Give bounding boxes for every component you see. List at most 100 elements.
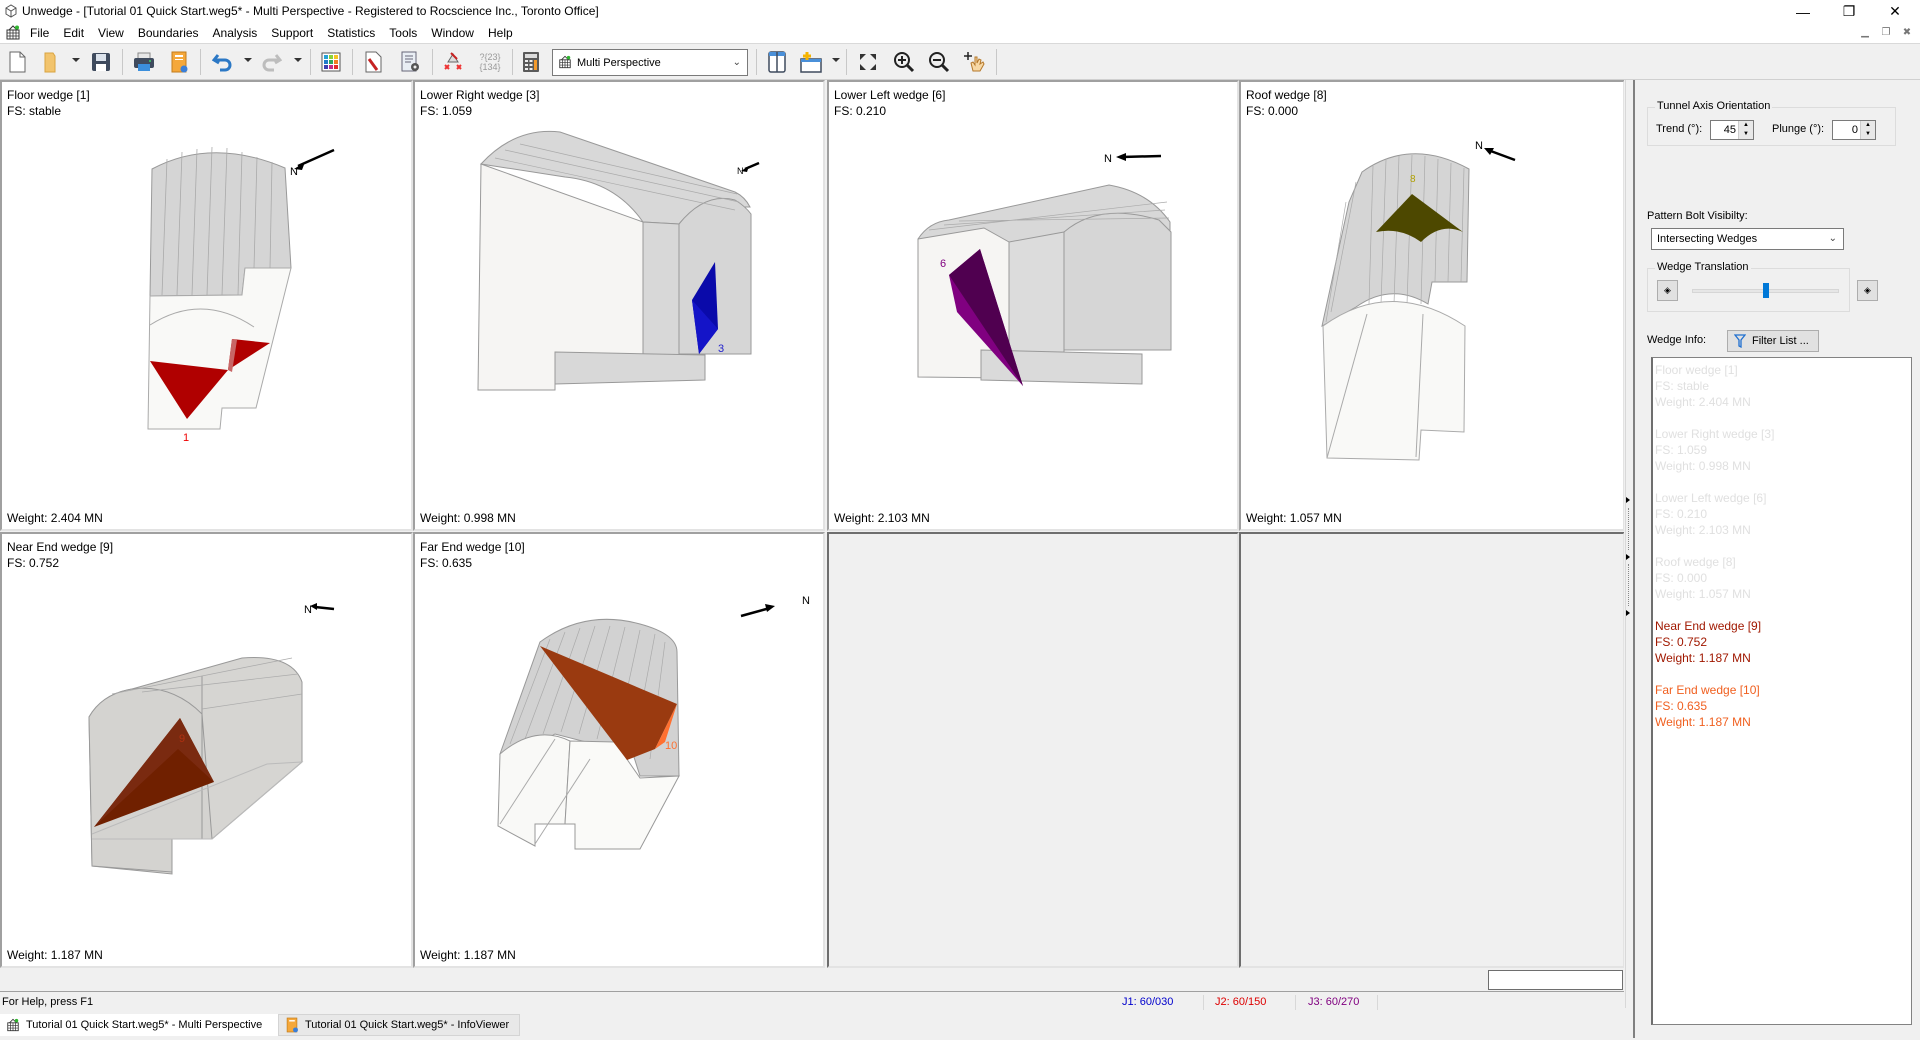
- tunnel-axis-caption: Tunnel Axis Orientation: [1655, 100, 1773, 112]
- viewport-empty[interactable]: [827, 532, 1239, 968]
- open-dropdown-arrow[interactable]: [72, 58, 80, 62]
- wedge-3d-view[interactable]: 9 N: [2, 534, 413, 968]
- menu-view[interactable]: View: [98, 26, 131, 40]
- zoom-extents-button[interactable]: [855, 49, 881, 75]
- zoom-extents-icon: [860, 54, 876, 70]
- pattern-bolt-select[interactable]: Intersecting Wedges ⌄: [1651, 228, 1844, 250]
- wedge-3d-view[interactable]: 3 N: [415, 82, 825, 531]
- viewport-empty[interactable]: [1239, 532, 1625, 968]
- close-icon: ✕: [1889, 3, 1901, 19]
- viewport-lower-right-wedge[interactable]: 3 N Lower Right wedge [3] FS: 1.059 Weigh…: [413, 80, 825, 531]
- undo-dropdown-arrow[interactable]: [244, 58, 252, 62]
- print-button[interactable]: [131, 49, 157, 75]
- splitter-arrow-icon[interactable]: [1626, 554, 1630, 560]
- wedge-info-entry[interactable]: Lower Left wedge [6] FS: 0.210 Weight: 2…: [1655, 490, 1909, 538]
- panel-splitter[interactable]: [1624, 80, 1632, 1008]
- settings-document-icon: [401, 51, 419, 72]
- filter-list-button[interactable]: Filter List ...: [1727, 330, 1819, 352]
- wedge-3d-view[interactable]: 8 N: [1241, 82, 1625, 531]
- mdi-minimize-button[interactable]: ▁: [1856, 25, 1874, 40]
- info-viewer-button[interactable]: [166, 49, 192, 75]
- menu-help[interactable]: Help: [488, 26, 520, 40]
- menu-window[interactable]: Window: [431, 26, 481, 40]
- entry-weight: Weight: 1.057 MN: [1655, 587, 1751, 601]
- mdi-restore-button[interactable]: ❐: [1877, 25, 1895, 40]
- pan-button[interactable]: [961, 49, 987, 75]
- save-button[interactable]: [88, 49, 114, 75]
- wedge-colors-button[interactable]: [318, 49, 344, 75]
- save-icon: [92, 53, 110, 71]
- splitter-arrow-icon[interactable]: [1626, 497, 1630, 503]
- wedge-info-entry[interactable]: Roof wedge [8] FS: 0.000 Weight: 1.057 M…: [1655, 554, 1909, 602]
- plunge-input[interactable]: 0 ▲ ▼: [1832, 120, 1876, 140]
- wedge-info-list[interactable]: Floor wedge [1] FS: stable Weight: 2.404…: [1651, 357, 1912, 1025]
- slider-thumb[interactable]: [1762, 283, 1769, 298]
- joint-combinations-button[interactable]: ?{23} {134}: [474, 49, 506, 75]
- support-designer-button[interactable]: [440, 49, 466, 75]
- restore-button[interactable]: ❐: [1826, 0, 1872, 23]
- wedge-3d-view[interactable]: 10 N: [415, 534, 825, 968]
- wedge-info-entry[interactable]: Floor wedge [1] FS: stable Weight: 2.404…: [1655, 362, 1909, 410]
- menu-statistics[interactable]: Statistics: [327, 26, 382, 40]
- settings-button[interactable]: [397, 49, 423, 75]
- trend-input[interactable]: 45 ▲ ▼: [1710, 120, 1754, 140]
- menu-boundaries[interactable]: Boundaries: [138, 26, 206, 40]
- wedge-info-entry[interactable]: Far End wedge [10] FS: 0.635 Weight: 1.1…: [1655, 682, 1909, 730]
- wedge-info-entry[interactable]: Lower Right wedge [3] FS: 1.059 Weight: …: [1655, 426, 1909, 474]
- filter-list-label: Filter List ...: [1752, 335, 1809, 347]
- chevron-down-icon: ⌄: [732, 57, 741, 68]
- document-grid-icon[interactable]: [5, 25, 21, 40]
- north-indicator: N: [290, 166, 298, 178]
- splitter-arrow-icon[interactable]: [1626, 610, 1630, 616]
- plunge-value: 0: [1851, 124, 1858, 136]
- minimize-button[interactable]: —: [1780, 0, 1826, 23]
- menu-support[interactable]: Support: [271, 26, 320, 40]
- restore-icon: ❐: [1842, 3, 1856, 19]
- redo-dropdown-arrow[interactable]: [294, 58, 302, 62]
- menu-analysis[interactable]: Analysis: [213, 26, 265, 40]
- wedge-info-entry[interactable]: Near End wedge [9] FS: 0.752 Weight: 1.1…: [1655, 618, 1909, 666]
- spinner-arrows-icon[interactable]: ▲ ▼: [1860, 121, 1875, 139]
- zoom-out-button[interactable]: [926, 49, 952, 75]
- add-view-dropdown-arrow[interactable]: [832, 58, 840, 62]
- tab-multi-perspective[interactable]: Tutorial 01 Quick Start.weg5* - Multi Pe…: [0, 1014, 278, 1036]
- menu-file[interactable]: File: [30, 26, 56, 40]
- toolbar: ?{23} {134} Multi Perspective ⌄: [0, 43, 1920, 80]
- viewport-near-end-wedge[interactable]: 9 N Near End wedge [9] FS: 0.752 Weight: …: [0, 532, 413, 968]
- wedge-fs: FS: 1.059: [420, 104, 473, 118]
- menu-tools[interactable]: Tools: [389, 26, 424, 40]
- viewport-floor-wedge[interactable]: 1 N Floor wedge [1] FS: stable Weight: 2.…: [0, 80, 413, 531]
- tile-vertical-button[interactable]: [764, 49, 790, 75]
- splitter-grip: [1628, 564, 1629, 606]
- undo-button[interactable]: [210, 49, 236, 75]
- translation-animate-button[interactable]: ◈: [1857, 280, 1878, 301]
- edit-button[interactable]: [360, 49, 386, 75]
- tab-info-viewer[interactable]: Tutorial 01 Quick Start.weg5* - InfoView…: [278, 1014, 520, 1036]
- translation-reset-button[interactable]: ◈: [1657, 280, 1678, 301]
- viewport-lower-left-wedge[interactable]: 6 N Lower Left wedge [6] FS: 0.210 Weight…: [827, 80, 1239, 531]
- wedge-title: Lower Left wedge [6]: [834, 88, 946, 102]
- add-view-button[interactable]: [798, 49, 824, 75]
- close-button[interactable]: ✕: [1872, 0, 1918, 23]
- view-mode-value: Multi Perspective: [577, 56, 661, 69]
- new-file-button[interactable]: [4, 49, 30, 75]
- wedge-reset-icon: ◈: [1664, 285, 1671, 295]
- calculator-button[interactable]: [518, 49, 544, 75]
- wedge-3d-view[interactable]: 6 N: [829, 82, 1239, 531]
- spinner-arrows-icon[interactable]: ▲ ▼: [1738, 121, 1753, 139]
- wedge-3d-view[interactable]: 1 N: [2, 82, 413, 531]
- menu-edit[interactable]: Edit: [63, 26, 91, 40]
- wedge-weight: Weight: 0.998 MN: [420, 511, 516, 525]
- toolbar-separator: [996, 49, 997, 75]
- entry-name: Near End wedge [9]: [1655, 619, 1762, 633]
- window-title: Unwedge - [Tutorial 01 Quick Start.weg5*…: [22, 4, 599, 18]
- view-mode-select[interactable]: Multi Perspective ⌄: [552, 49, 748, 76]
- zoom-in-button[interactable]: [891, 49, 917, 75]
- redo-button[interactable]: [258, 49, 284, 75]
- wedge-fs: FS: 0.752: [7, 556, 60, 570]
- viewport-roof-wedge[interactable]: 8 N Roof wedge [8] FS: 0.000 Weight: 1.05…: [1239, 80, 1625, 531]
- mdi-close-button[interactable]: ✖: [1898, 25, 1916, 40]
- viewport-far-end-wedge[interactable]: 10 N Far End wedge [10] FS: 0.635 Weight:…: [413, 532, 825, 968]
- entry-fs: FS: 0.000: [1655, 571, 1708, 585]
- open-file-button[interactable]: [38, 49, 64, 75]
